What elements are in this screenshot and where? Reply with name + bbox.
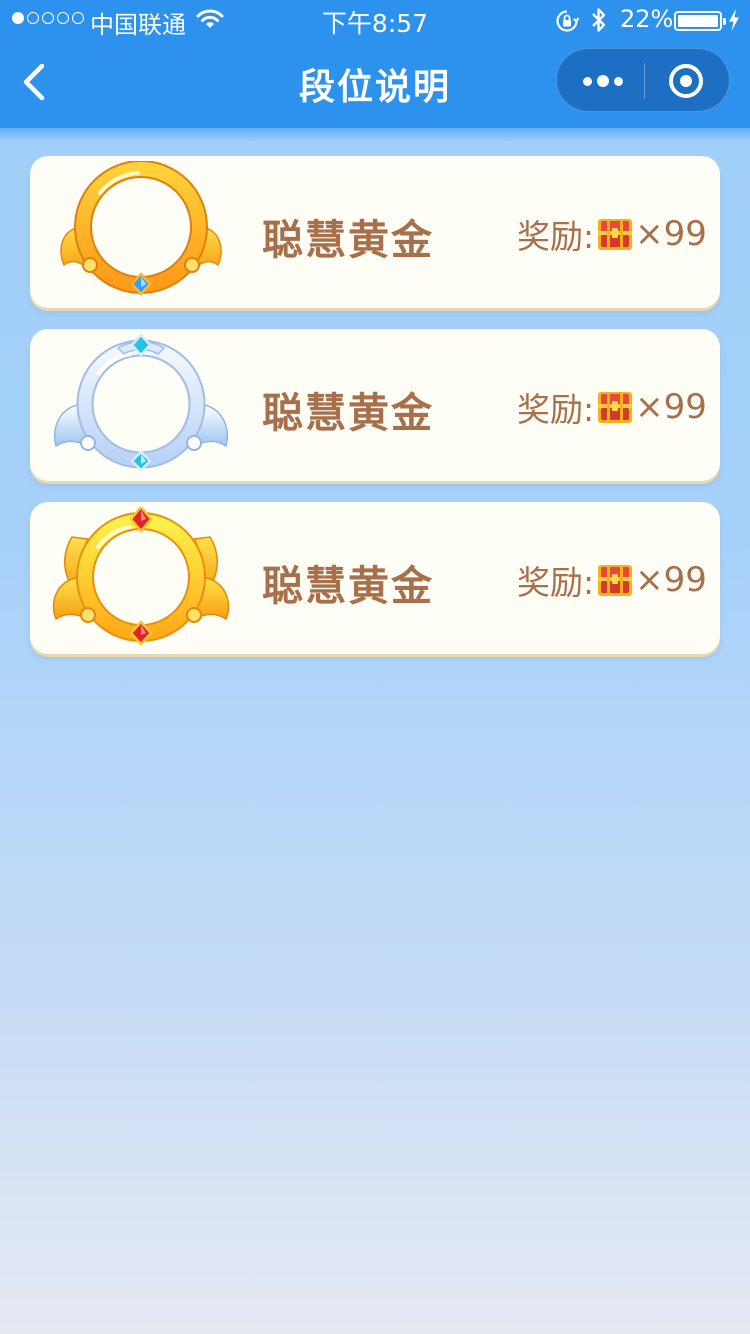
reward-label: 奖励: [517, 563, 595, 602]
battery-icon [674, 11, 726, 31]
mini-program-capsule [556, 48, 730, 112]
more-dots-icon [583, 75, 623, 87]
orientation-lock-icon [556, 10, 579, 32]
reward-info: 奖励: ×99 [517, 210, 707, 258]
more-button[interactable] [557, 49, 644, 113]
treasure-chest-icon [598, 565, 633, 596]
navigation-bar: 段位说明 [0, 40, 750, 128]
reward-info: 奖励: ×99 [517, 556, 707, 604]
reward-info: 奖励: ×99 [517, 383, 707, 431]
close-button[interactable] [645, 49, 731, 113]
reward-label: 奖励: [517, 217, 595, 256]
rank-card: 聪慧黄金 奖励: ×99 [30, 502, 720, 654]
battery-percent: 22% [620, 5, 674, 33]
reward-count: ×99 [635, 214, 707, 254]
reward-label: 奖励: [517, 390, 595, 429]
rank-card: 聪慧黄金 奖励: ×99 [30, 156, 720, 308]
status-bar: 中国联通 下午8:57 22% [0, 0, 750, 40]
rank-name: 聪慧黄金 [262, 216, 434, 264]
silver-ring-badge-icon [53, 334, 229, 472]
charging-icon [729, 9, 739, 31]
gold-crown-ring-badge-icon [52, 507, 230, 646]
reward-count: ×99 [635, 387, 707, 427]
rank-card: 聪慧黄金 奖励: ×99 [30, 329, 720, 481]
rank-name: 聪慧黄金 [262, 562, 434, 610]
rank-name: 聪慧黄金 [262, 389, 434, 437]
target-circle-icon [669, 64, 703, 98]
treasure-chest-icon [598, 219, 633, 250]
gold-ring-badge-icon [60, 161, 222, 296]
bluetooth-icon [592, 8, 606, 32]
rank-list: 聪慧黄金 奖励: ×99 聪慧黄金 奖励: ×99 聪慧黄金 奖励: ×99 [30, 156, 720, 675]
treasure-chest-icon [598, 392, 633, 423]
top-bar-shadow [0, 128, 750, 142]
reward-count: ×99 [635, 560, 707, 600]
